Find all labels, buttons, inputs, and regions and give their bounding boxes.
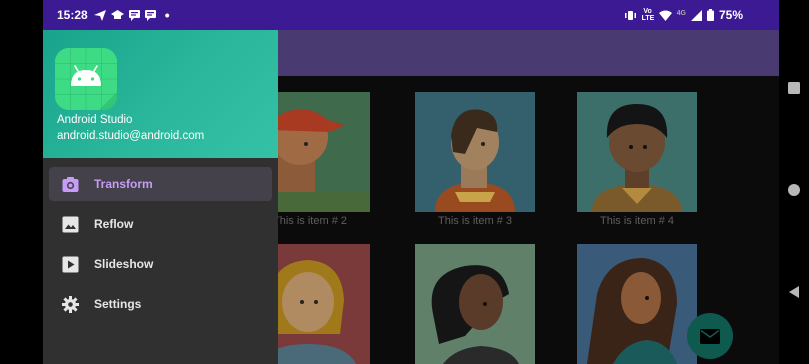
back-button[interactable] — [788, 286, 800, 298]
home-button[interactable] — [788, 184, 800, 196]
battery-icon — [706, 9, 714, 21]
status-bar: 15:28 • Vo LTE 4G 75% — [43, 0, 779, 30]
grid-caption-item-4: This is item # 4 — [600, 215, 674, 227]
grid-image-item-7[interactable] — [577, 244, 697, 364]
image-icon — [62, 216, 79, 233]
vibrate-icon — [624, 10, 636, 20]
gear-icon — [62, 296, 79, 313]
drawer-item-slideshow[interactable]: Slideshow — [49, 247, 272, 281]
drawer-item-label: Settings — [94, 297, 142, 311]
volte-icon: Vo LTE — [641, 8, 655, 22]
drawer-item-label: Reflow — [94, 217, 134, 231]
drawer-item-transform[interactable]: Transform — [49, 167, 272, 201]
drawer-header-name: Android Studio — [57, 114, 133, 126]
drawer-item-reflow[interactable]: Reflow — [49, 207, 272, 241]
battery-percent: 75% — [718, 8, 743, 22]
slideshow-icon — [62, 256, 79, 273]
person-illustration — [415, 244, 535, 364]
left-bezel — [0, 0, 43, 364]
network-4g-icon: 4G — [676, 9, 686, 17]
system-status-icons: Vo LTE 4G 75% — [624, 8, 743, 22]
email-fab-button[interactable] — [687, 313, 733, 359]
drawer-item-settings[interactable]: Settings — [49, 287, 272, 321]
device-screen: 15:28 • Vo LTE 4G 75% This is item # 2 T… — [0, 0, 809, 364]
android-icon — [55, 48, 117, 110]
drawer-item-label: Transform — [94, 177, 153, 191]
grid-image-item-6[interactable] — [415, 244, 535, 364]
drawer-header-email: android.studio@android.com — [57, 130, 205, 142]
app-bar — [278, 30, 779, 76]
camera-icon — [62, 177, 79, 192]
status-time: 15:28 — [57, 8, 88, 22]
message-icon-2 — [144, 9, 156, 21]
person-illustration — [577, 244, 697, 364]
person-illustration — [415, 92, 535, 212]
recent-apps-button[interactable] — [788, 82, 800, 94]
system-nav-bar — [779, 0, 809, 364]
mail-icon — [700, 328, 720, 344]
signal-icon — [690, 9, 702, 21]
notification-icons: • — [93, 7, 170, 23]
message-icon — [128, 9, 140, 21]
cap-icon — [110, 10, 124, 19]
navigation-drawer: Android Studio android.studio@android.co… — [43, 30, 278, 364]
more-notifications-dot-icon: • — [164, 7, 170, 23]
drawer-item-label: Slideshow — [94, 257, 154, 271]
drawer-header: Android Studio android.studio@android.co… — [43, 30, 278, 158]
person-illustration — [577, 92, 697, 212]
grid-image-item-3[interactable] — [415, 92, 535, 212]
wifi-icon — [658, 10, 672, 21]
grid-caption-item-3: This is item # 3 — [438, 215, 512, 227]
navigation-arrow-icon — [93, 9, 106, 21]
grid-image-item-4[interactable] — [577, 92, 697, 212]
